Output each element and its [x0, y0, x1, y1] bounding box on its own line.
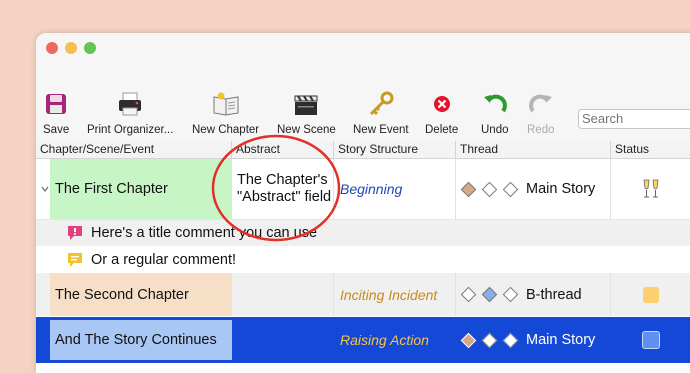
annotation-circle [211, 134, 341, 242]
